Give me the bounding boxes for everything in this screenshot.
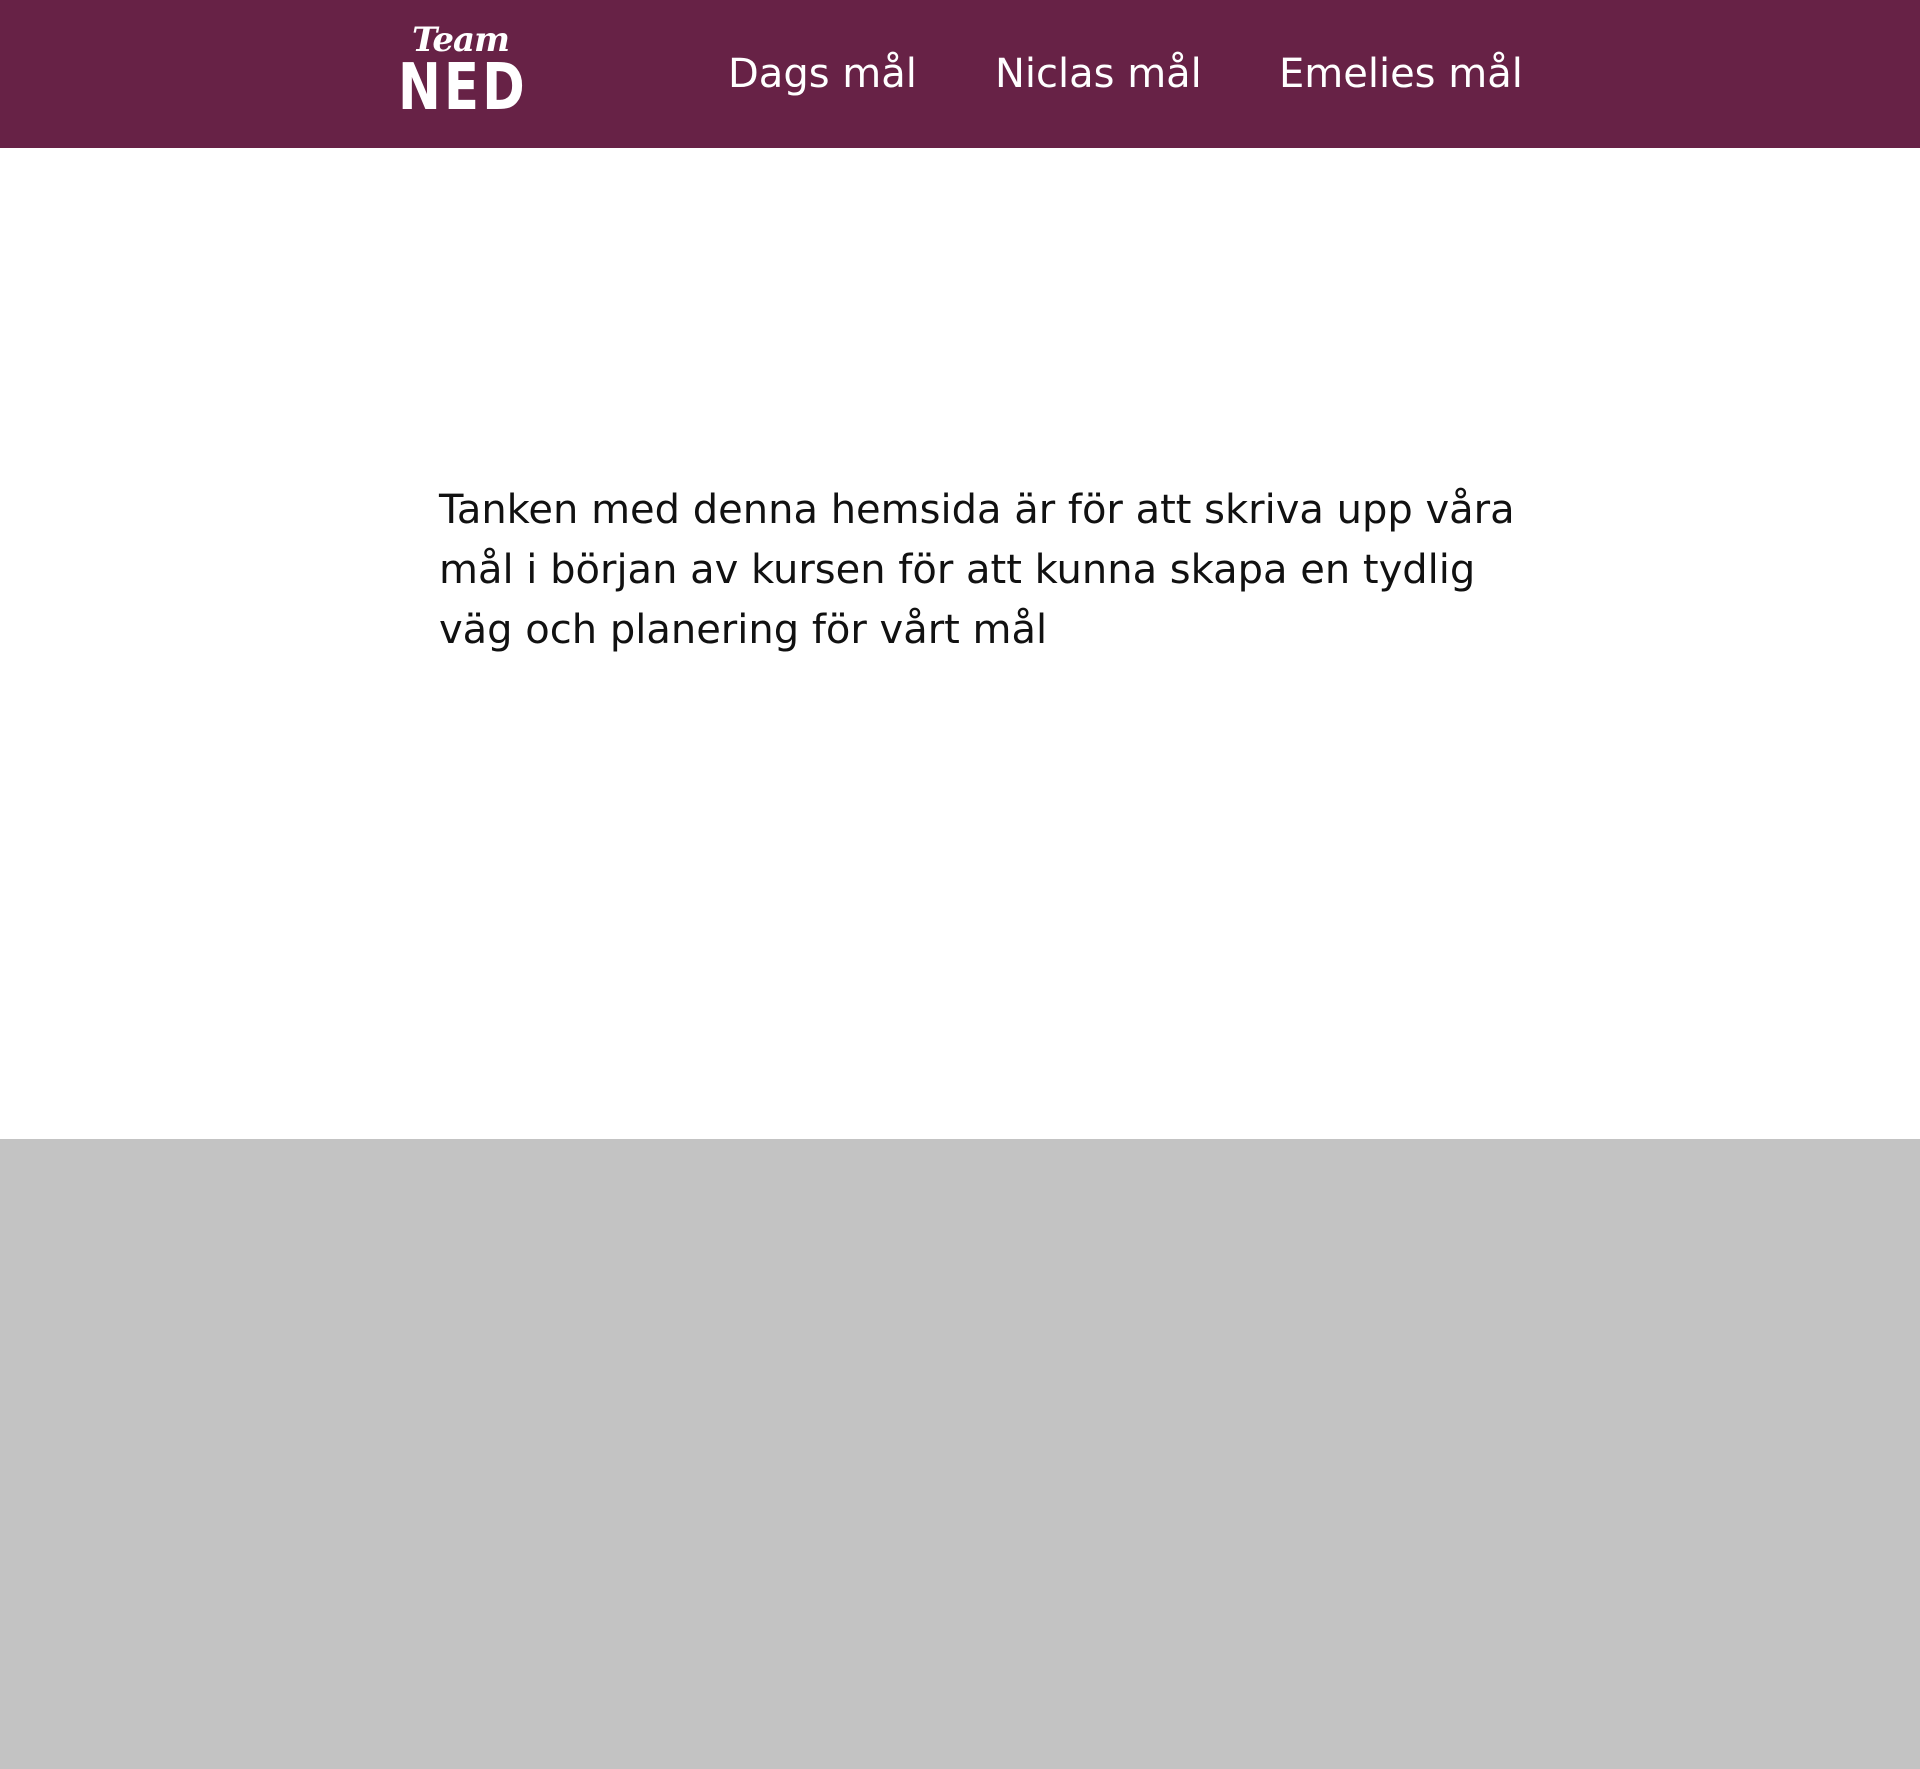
team-ned-logo[interactable]: Team NED (398, 18, 525, 124)
site-footer (0, 1139, 1920, 1769)
site-header: Team NED Dags mål Niclas mål Emelies mål (0, 0, 1920, 148)
nav-link-niclas-mal[interactable]: Niclas mål (995, 0, 1202, 148)
logo-ned-text: NED (398, 51, 528, 125)
nav-link-dags-mal[interactable]: Dags mål (728, 0, 917, 148)
intro-text: Tanken med denna hemsida är för att skri… (439, 487, 1515, 653)
nav-link-emelies-mal[interactable]: Emelies mål (1279, 0, 1523, 148)
